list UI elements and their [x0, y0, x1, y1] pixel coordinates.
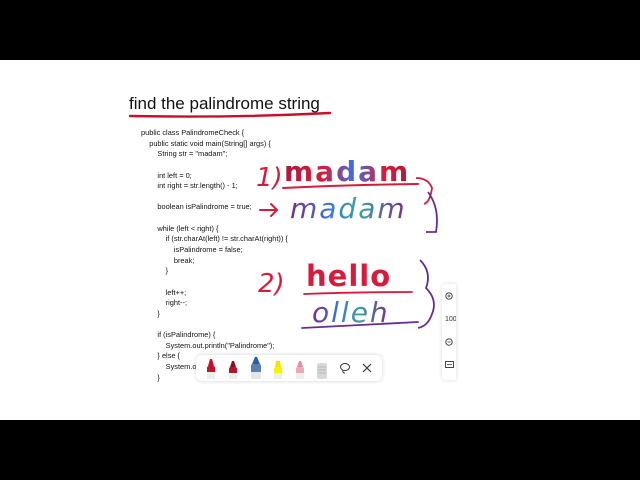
item1-reversed: madam: [290, 192, 407, 225]
lasso-icon[interactable]: [337, 357, 353, 379]
title-underline: [128, 111, 332, 118]
item2-number: 2): [258, 269, 285, 299]
fit-page-icon[interactable]: [445, 360, 454, 371]
item1-word: madam: [284, 155, 410, 188]
close-icon[interactable]: [359, 357, 375, 379]
dark-red-marker-tool[interactable]: [225, 357, 241, 379]
whiteboard-canvas[interactable]: find the palindrome string public class …: [0, 60, 640, 420]
zoom-level: 100: [445, 316, 456, 323]
zoom-in-icon[interactable]: [445, 292, 454, 303]
blue-pen-tool[interactable]: [248, 357, 264, 379]
eraser-tool[interactable]: [314, 357, 330, 379]
pen-toolbar: [196, 355, 382, 381]
zoom-out-icon[interactable]: [445, 338, 454, 349]
item2-brace: [417, 259, 435, 329]
item1-arrow: [259, 203, 279, 217]
red-marker-tool[interactable]: [203, 357, 219, 379]
item1-brace-purple: [426, 191, 438, 233]
yellow-highlighter-tool[interactable]: [270, 357, 286, 379]
item2-word: hello: [306, 259, 391, 293]
zoom-panel: 100: [442, 284, 456, 380]
pink-pen-tool[interactable]: [292, 357, 308, 379]
item1-brace-red: [415, 177, 433, 205]
item1-number: 1): [256, 163, 283, 193]
